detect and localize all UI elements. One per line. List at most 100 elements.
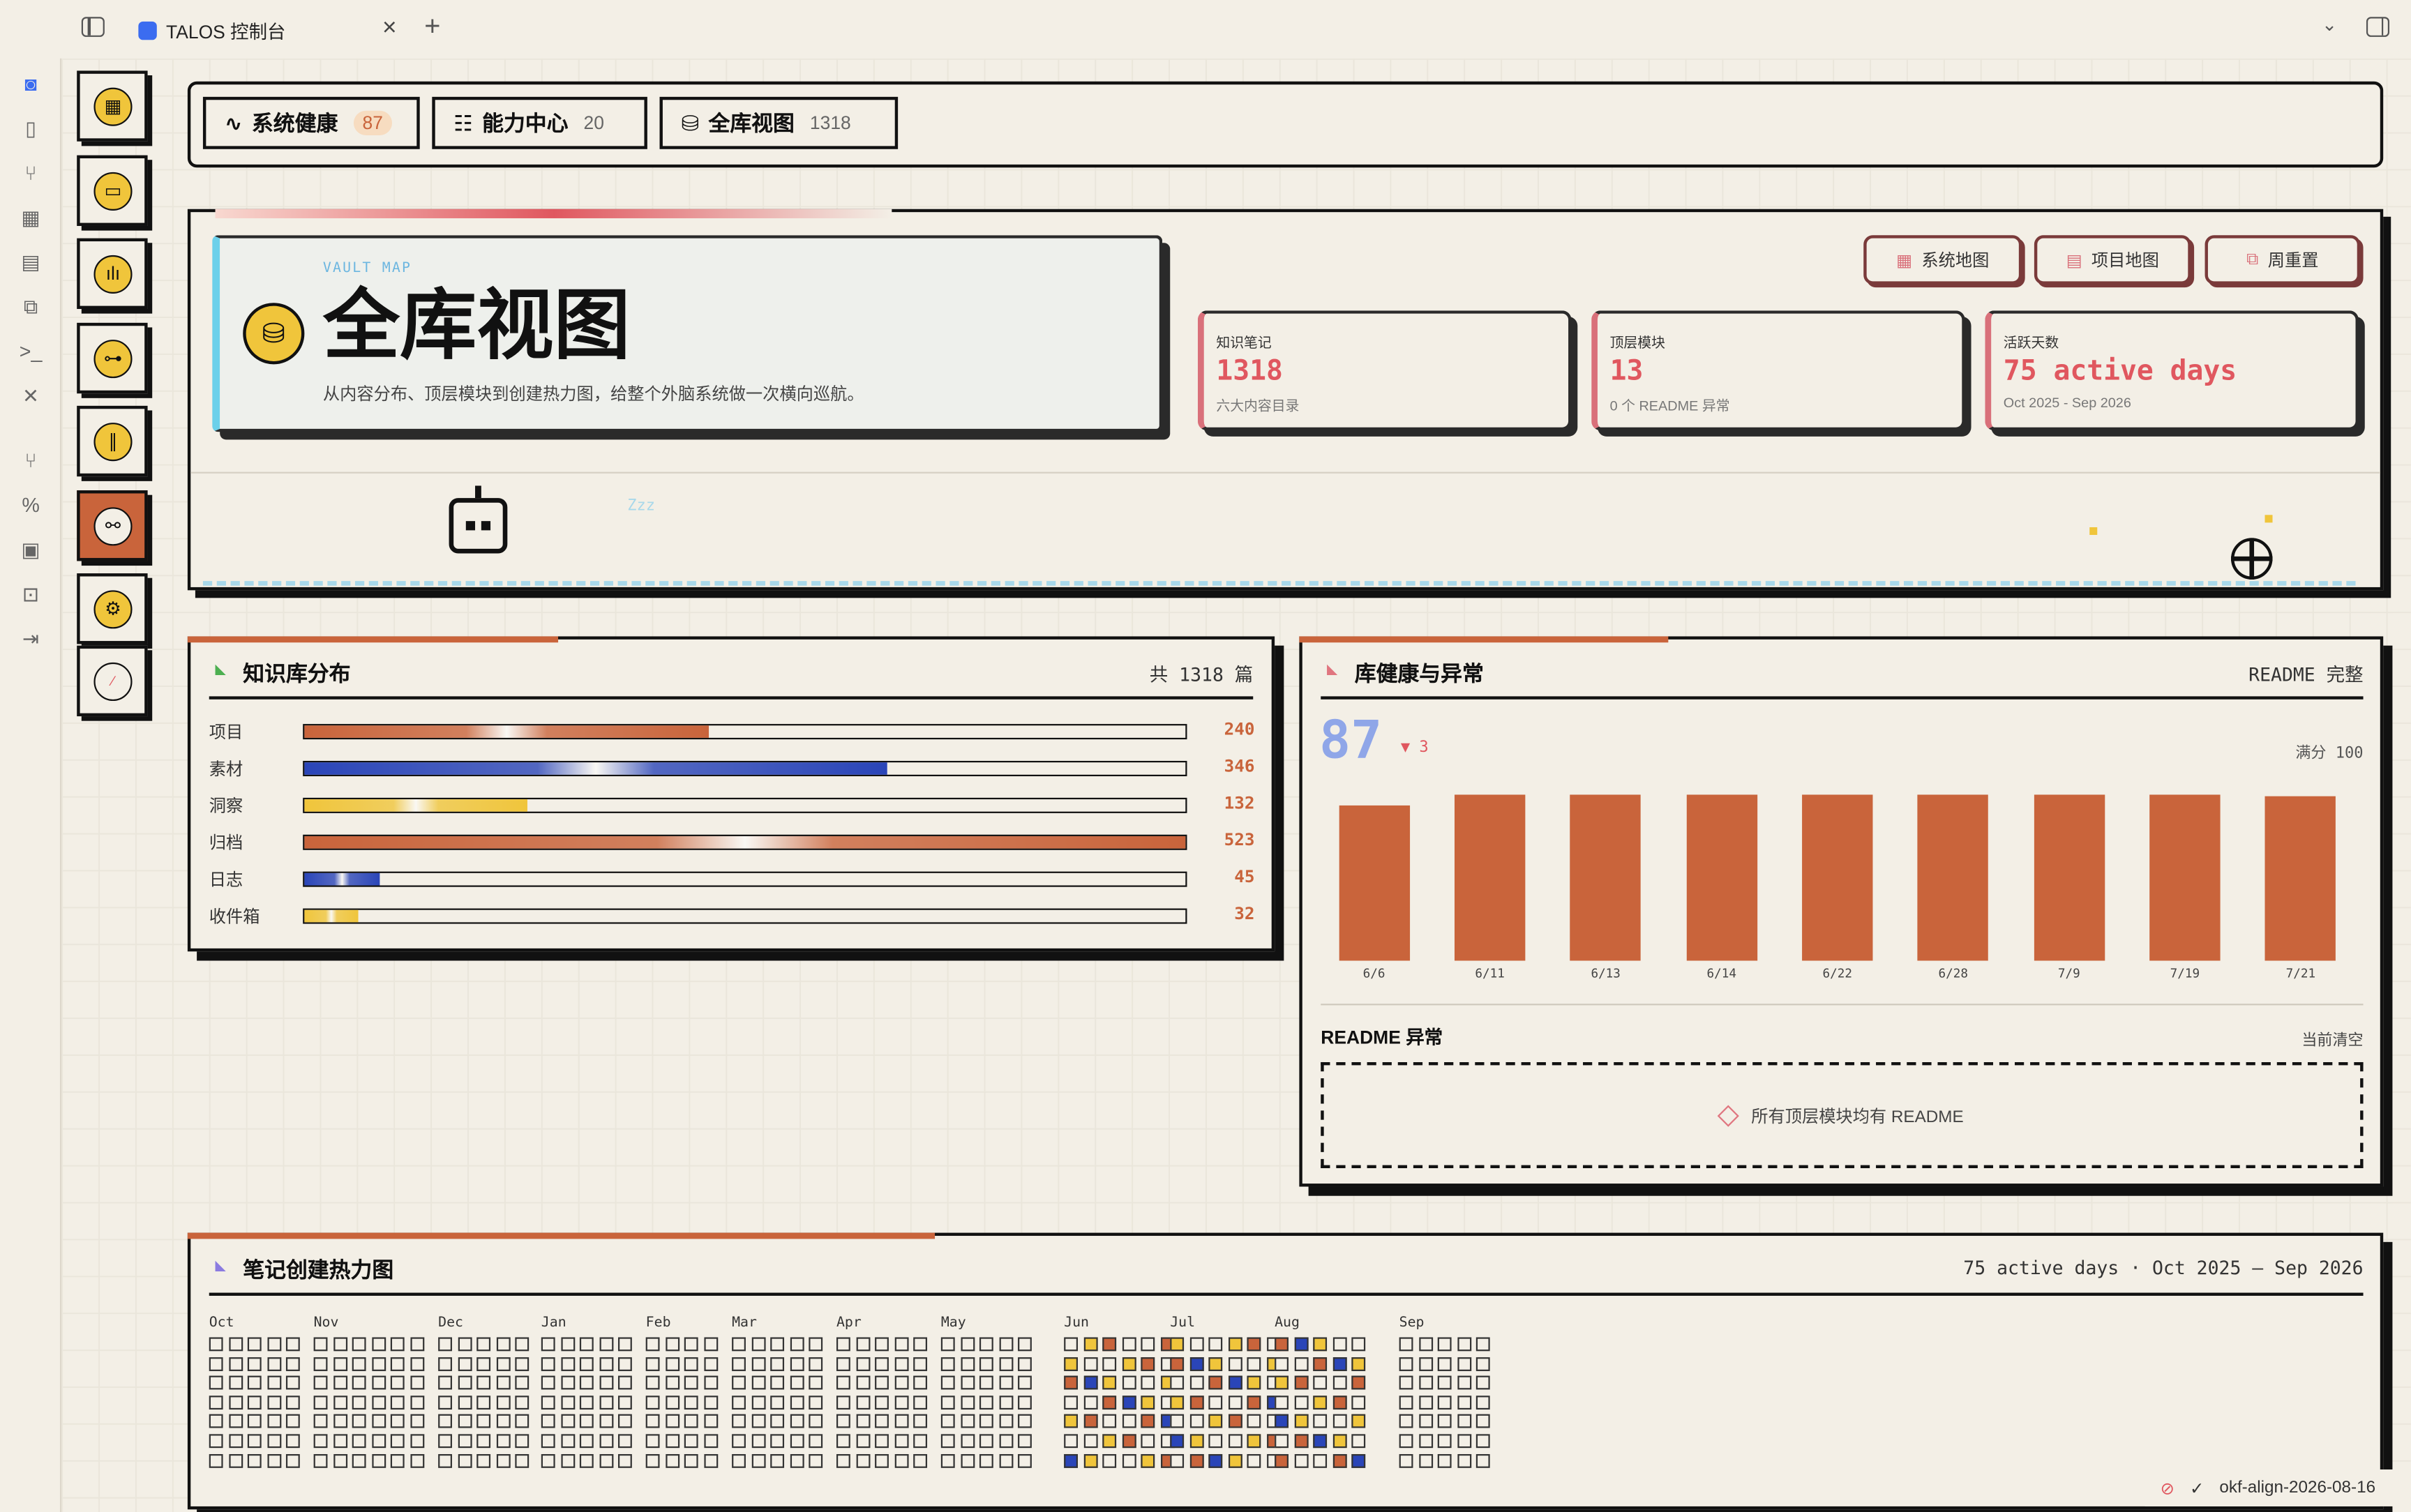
heatmap-cell[interactable] xyxy=(751,1453,765,1467)
heatmap-cell[interactable] xyxy=(410,1375,425,1390)
heatmap-cell[interactable] xyxy=(875,1453,889,1467)
heatmap-cell[interactable] xyxy=(1170,1453,1185,1467)
heatmap-cell[interactable] xyxy=(703,1356,718,1371)
heatmap-cell[interactable] xyxy=(1438,1453,1452,1467)
heatmap-cell[interactable] xyxy=(665,1337,679,1352)
heatmap-cell[interactable] xyxy=(1018,1337,1032,1352)
heatmap-cell[interactable] xyxy=(1352,1356,1367,1371)
heatmap-cell[interactable] xyxy=(313,1337,328,1352)
heatmap-cell[interactable] xyxy=(684,1414,699,1429)
heatmap-cell[interactable] xyxy=(1352,1453,1367,1467)
heatmap-cell[interactable] xyxy=(618,1356,633,1371)
heatmap-cell[interactable] xyxy=(1189,1395,1203,1409)
heatmap-cell[interactable] xyxy=(1476,1395,1491,1409)
heatmap-cell[interactable] xyxy=(999,1414,1013,1429)
heatmap-cell[interactable] xyxy=(410,1453,425,1467)
heatmap-cell[interactable] xyxy=(1332,1453,1347,1467)
heatmap-cell[interactable] xyxy=(391,1337,405,1352)
heatmap-cell[interactable] xyxy=(560,1395,575,1409)
percent-icon[interactable]: % xyxy=(18,493,43,517)
heatmap-cell[interactable] xyxy=(732,1453,746,1467)
heatmap-cell[interactable] xyxy=(1313,1395,1328,1409)
heatmap-cell[interactable] xyxy=(1189,1337,1203,1352)
heatmap-cell[interactable] xyxy=(940,1434,955,1449)
heatmap-cell[interactable] xyxy=(999,1356,1013,1371)
heatmap-cell[interactable] xyxy=(645,1453,660,1467)
nav-chat[interactable]: ▭ xyxy=(77,155,148,226)
heatmap-cell[interactable] xyxy=(1102,1414,1117,1429)
heatmap-cell[interactable] xyxy=(751,1414,765,1429)
heatmap-cell[interactable] xyxy=(410,1356,425,1371)
heatmap-cell[interactable] xyxy=(751,1356,765,1371)
nav-audio[interactable]: ılı xyxy=(77,238,148,310)
heatmap-cell[interactable] xyxy=(516,1337,530,1352)
heatmap-cell[interactable] xyxy=(1064,1434,1079,1449)
heatmap-cell[interactable] xyxy=(560,1453,575,1467)
heatmap-cell[interactable] xyxy=(809,1453,824,1467)
heatmap-cell[interactable] xyxy=(1064,1453,1079,1467)
terminal-icon[interactable]: >_ xyxy=(18,340,43,364)
heatmap-cell[interactable] xyxy=(541,1414,555,1429)
heatmap-cell[interactable] xyxy=(1122,1375,1136,1390)
heatmap-cell[interactable] xyxy=(541,1395,555,1409)
heatmap-cell[interactable] xyxy=(1247,1375,1262,1390)
heatmap-cell[interactable] xyxy=(1438,1434,1452,1449)
heatmap-cell[interactable] xyxy=(560,1337,575,1352)
heatmap-cell[interactable] xyxy=(914,1356,928,1371)
tab-capability-center[interactable]: ☷ 能力中心 20 xyxy=(432,96,647,149)
heatmap-cell[interactable] xyxy=(875,1434,889,1449)
heatmap-cell[interactable] xyxy=(836,1434,850,1449)
heatmap-cell[interactable] xyxy=(875,1356,889,1371)
heatmap-cell[interactable] xyxy=(703,1395,718,1409)
heatmap-cell[interactable] xyxy=(1275,1356,1289,1371)
heatmap-cell[interactable] xyxy=(894,1414,909,1429)
heatmap-cell[interactable] xyxy=(1275,1375,1289,1390)
heatmap-cell[interactable] xyxy=(1208,1375,1223,1390)
heatmap-cell[interactable] xyxy=(1170,1356,1185,1371)
heatmap-cell[interactable] xyxy=(979,1395,994,1409)
heatmap-cell[interactable] xyxy=(703,1375,718,1390)
grid-icon[interactable]: ▦ xyxy=(18,206,43,230)
heatmap-cell[interactable] xyxy=(496,1453,511,1467)
heatmap-cell[interactable] xyxy=(1476,1375,1491,1390)
heatmap-cell[interactable] xyxy=(476,1434,491,1449)
heatmap-cell[interactable] xyxy=(371,1453,386,1467)
heatmap-cell[interactable] xyxy=(1438,1337,1452,1352)
heatmap-cell[interactable] xyxy=(438,1395,452,1409)
heatmap-cell[interactable] xyxy=(979,1453,994,1467)
heatmap-cell[interactable] xyxy=(1352,1434,1367,1449)
heatmap-cell[interactable] xyxy=(1457,1453,1471,1467)
heatmap-cell[interactable] xyxy=(560,1414,575,1429)
heatmap-cell[interactable] xyxy=(541,1434,555,1449)
heatmap-cell[interactable] xyxy=(1208,1337,1223,1352)
heatmap-cell[interactable] xyxy=(313,1395,328,1409)
check-icon[interactable]: ✓ xyxy=(2190,1478,2204,1497)
heatmap-cell[interactable] xyxy=(1332,1395,1347,1409)
heatmap-cell[interactable] xyxy=(541,1356,555,1371)
heatmap-cell[interactable] xyxy=(1352,1395,1367,1409)
heatmap-cell[interactable] xyxy=(438,1356,452,1371)
heatmap-cell[interactable] xyxy=(1275,1434,1289,1449)
heatmap-cell[interactable] xyxy=(732,1434,746,1449)
heatmap-cell[interactable] xyxy=(979,1434,994,1449)
heatmap-cell[interactable] xyxy=(1102,1395,1117,1409)
heatmap-cell[interactable] xyxy=(1064,1375,1079,1390)
heatmap-cell[interactable] xyxy=(248,1375,262,1390)
weekly-reset-button[interactable]: ⧉ 周重置 xyxy=(2205,235,2361,285)
heatmap-cell[interactable] xyxy=(1083,1434,1097,1449)
tab-talos-console[interactable]: TALOS 控制台 × xyxy=(126,6,406,56)
heatmap-cell[interactable] xyxy=(457,1414,472,1429)
heatmap-cell[interactable] xyxy=(979,1356,994,1371)
heatmap-cell[interactable] xyxy=(1313,1434,1328,1449)
heatmap-cell[interactable] xyxy=(1399,1356,1413,1371)
new-tab-button[interactable]: + xyxy=(424,10,440,43)
heatmap-cell[interactable] xyxy=(1352,1337,1367,1352)
heatmap-cell[interactable] xyxy=(410,1414,425,1429)
heatmap-cell[interactable] xyxy=(391,1356,405,1371)
heatmap-cell[interactable] xyxy=(1228,1375,1242,1390)
heatmap-cell[interactable] xyxy=(732,1337,746,1352)
heatmap-cell[interactable] xyxy=(618,1395,633,1409)
heatmap-cell[interactable] xyxy=(751,1395,765,1409)
robot-icon[interactable]: ⊡ xyxy=(18,582,43,607)
heatmap-cell[interactable] xyxy=(1247,1434,1262,1449)
